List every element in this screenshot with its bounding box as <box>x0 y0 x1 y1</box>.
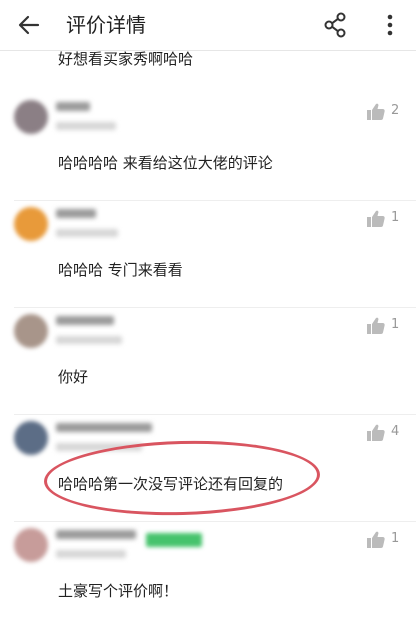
divider <box>14 414 416 415</box>
divider <box>14 200 416 201</box>
like-count: 1 <box>391 210 400 225</box>
like-count: 1 <box>391 317 400 332</box>
thumbs-up-icon[interactable] <box>366 530 386 550</box>
username-blurred <box>56 530 136 539</box>
avatar[interactable] <box>14 528 48 562</box>
comment-item[interactable]: 你好 1 <box>0 314 416 420</box>
username-blurred <box>56 316 114 325</box>
comment-meta-blurred <box>56 550 126 558</box>
thumbs-up-icon[interactable] <box>366 209 386 229</box>
thumbs-up-icon[interactable] <box>366 316 386 336</box>
like-count: 1 <box>391 531 400 546</box>
avatar[interactable] <box>14 100 48 134</box>
thumbs-up-icon[interactable] <box>366 423 386 443</box>
previous-comment-text: 好想看买家秀啊哈哈 <box>58 50 194 68</box>
comment-text: 哈哈哈 专门来看看 <box>58 261 183 279</box>
like-count: 4 <box>391 424 400 439</box>
like-count: 2 <box>391 103 400 118</box>
page-title: 评价详情 <box>66 13 146 37</box>
comment-meta-blurred <box>56 122 116 130</box>
divider <box>14 521 416 522</box>
top-app-bar: 评价详情 <box>0 0 416 51</box>
thumbs-up-icon[interactable] <box>366 102 386 122</box>
comment-meta-blurred <box>56 229 118 237</box>
avatar[interactable] <box>14 314 48 348</box>
comment-text: 你好 <box>58 368 89 386</box>
more-vertical-icon[interactable] <box>378 10 402 40</box>
share-icon[interactable] <box>320 10 350 40</box>
username-blurred <box>56 209 96 218</box>
username-blurred <box>56 423 152 432</box>
avatar[interactable] <box>14 207 48 241</box>
comment-text: 哈哈哈哈 来看给这位大佬的评论 <box>58 154 273 172</box>
divider <box>14 307 416 308</box>
comment-meta-blurred <box>56 336 122 344</box>
avatar[interactable] <box>14 421 48 455</box>
comment-item[interactable]: 土豪写个评价啊！ 1 <box>0 528 416 634</box>
back-arrow-icon[interactable] <box>14 10 44 40</box>
username-blurred <box>56 102 90 111</box>
user-level-badge <box>146 533 202 547</box>
comment-item[interactable]: 哈哈哈哈 来看给这位大佬的评论 2 <box>0 100 416 206</box>
comment-text: 土豪写个评价啊！ <box>58 582 179 600</box>
comment-item[interactable]: 哈哈哈 专门来看看 1 <box>0 207 416 313</box>
